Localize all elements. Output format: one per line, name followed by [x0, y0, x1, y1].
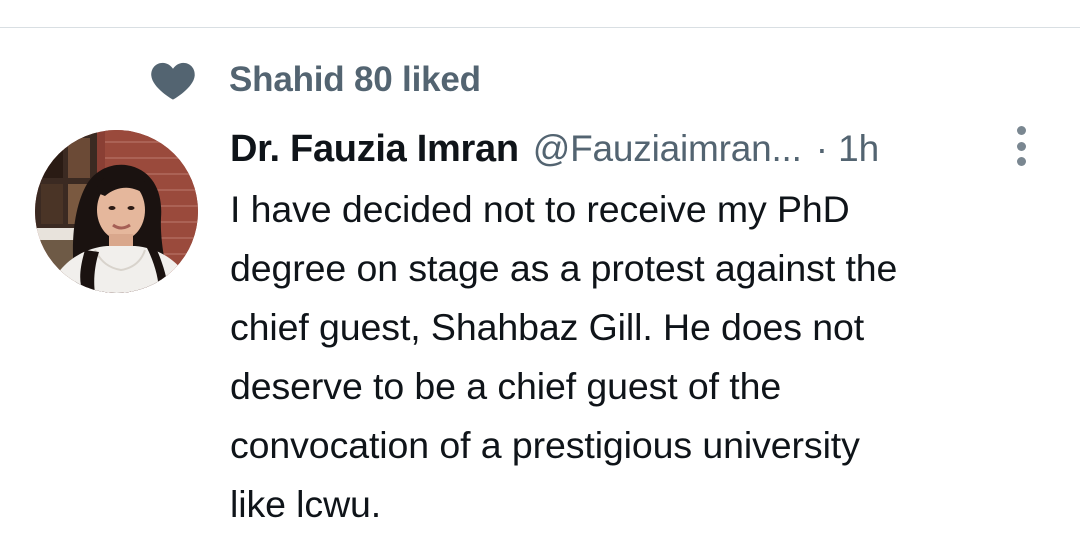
more-vertical-icon-dot	[1016, 141, 1026, 151]
social-context[interactable]: Shahid 80 liked	[150, 58, 481, 104]
social-context-text: Shahid 80 liked	[229, 60, 481, 99]
more-vertical-icon-dot	[1016, 157, 1026, 166]
tweet-text-line: I have decided not to receive my PhD	[230, 188, 850, 230]
top-divider	[0, 27, 1080, 28]
author-handle[interactable]: @Fauziaimran...	[533, 128, 802, 170]
tweet-text-line: like lcwu.	[230, 483, 382, 525]
tweet-text-line: degree on stage as a protest against the	[230, 247, 898, 289]
heart-icon	[151, 62, 195, 100]
tweet-header: Dr. Fauzia Imran @Fauziaimran... · 1h	[230, 123, 879, 175]
more-options-button[interactable]	[1008, 126, 1034, 166]
author-display-name[interactable]: Dr. Fauzia Imran	[230, 128, 519, 171]
avatar[interactable]	[35, 130, 198, 293]
tweet-timestamp[interactable]: 1h	[838, 128, 879, 170]
more-vertical-icon	[1016, 126, 1026, 135]
tweet-text-line: deserve to be a chief guest of the	[230, 365, 782, 407]
tweet-text: I have decided not to receive my PhD deg…	[230, 180, 1060, 534]
tweet-text-line: chief guest, Shahbaz Gill. He does not	[230, 306, 865, 348]
separator-dot: ·	[815, 128, 829, 169]
tweet-text-line: convocation of a prestigious university	[230, 424, 860, 466]
